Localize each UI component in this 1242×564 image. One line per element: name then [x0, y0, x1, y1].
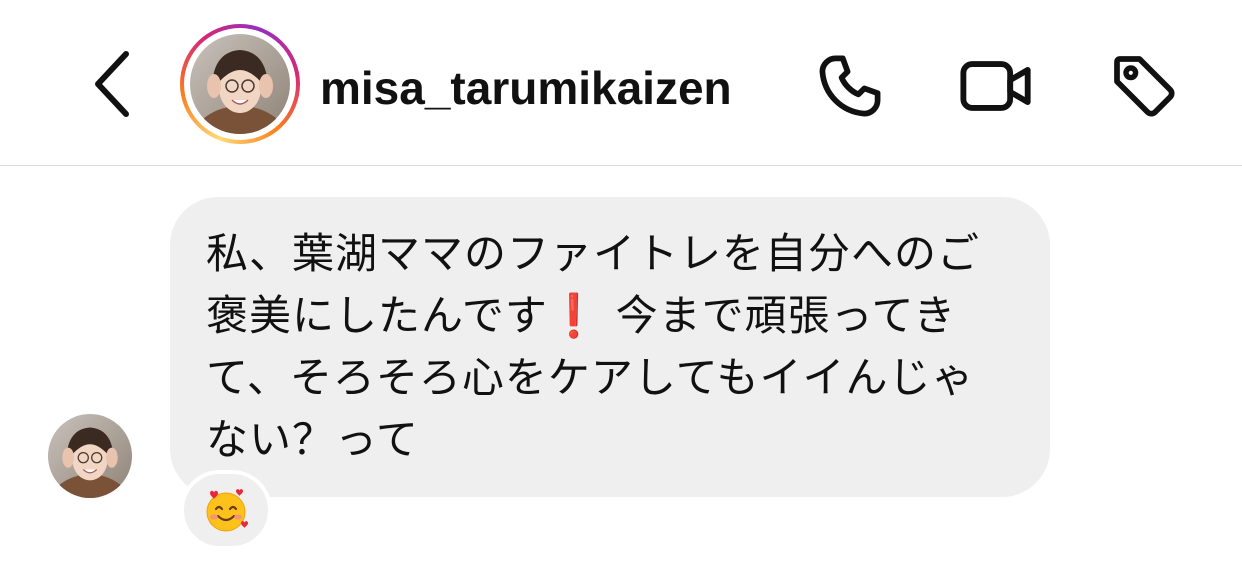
dm-thread-screen: misa_tarumikaizen 私、葉湖ママのファイトレを自分へのご 褒美に…: [0, 0, 1242, 564]
sender-avatar[interactable]: [48, 414, 132, 498]
message-line: ない？って: [206, 415, 419, 464]
exclamation-icon: ❗: [547, 291, 602, 340]
message-bubble[interactable]: 私、葉湖ママのファイトレを自分へのご 褒美にしたんです❗ 今まで頑張ってき て、…: [170, 197, 1050, 497]
smiling-face-with-hearts-icon: [206, 489, 248, 532]
chevron-left-icon: [95, 51, 129, 117]
profile-avatar[interactable]: [180, 24, 300, 144]
avatar-photo: [190, 34, 290, 134]
tag-button[interactable]: [1104, 46, 1184, 126]
message-text: 褒美にしたんです: [206, 291, 548, 340]
video-camera-icon: [960, 61, 1031, 111]
message-line: 私、葉湖ママのファイトレを自分へのご: [206, 229, 981, 278]
message-line: て、そろそろ心をケアしてもイイんじゃ: [206, 353, 975, 402]
tag-icon: [1114, 56, 1175, 117]
message-text: 今まで頑張ってき: [615, 291, 957, 340]
video-call-button[interactable]: [957, 46, 1037, 126]
call-button[interactable]: [810, 46, 890, 126]
thread-username[interactable]: misa_tarumikaizen: [320, 58, 732, 118]
thread-header: misa_tarumikaizen: [0, 0, 1242, 166]
message-line: 褒美にしたんです❗ 今まで頑張ってき: [206, 285, 1014, 347]
phone-icon: [819, 55, 881, 117]
message-reaction[interactable]: [180, 470, 272, 550]
back-button[interactable]: [82, 44, 142, 124]
